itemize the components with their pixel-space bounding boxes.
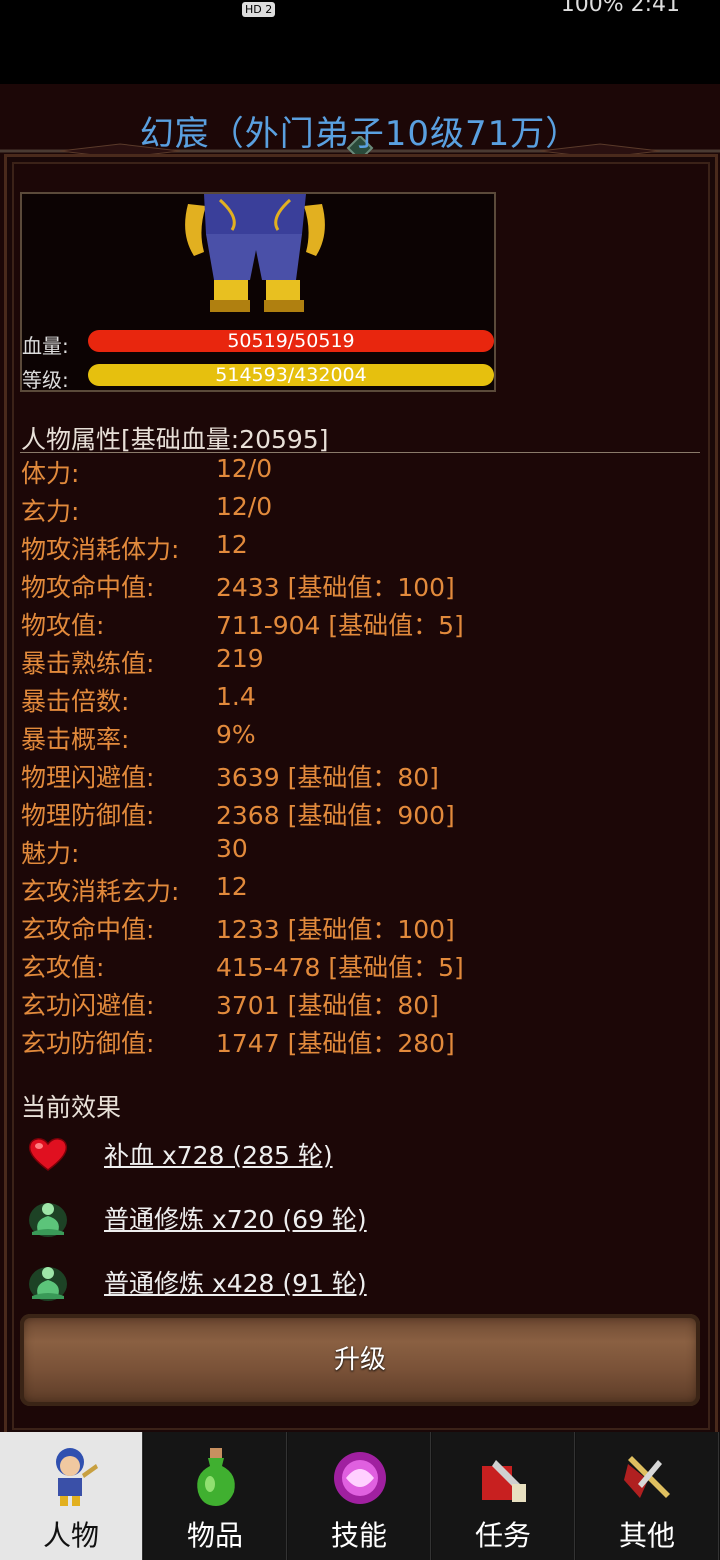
- attribute-row: 物攻消耗体力: 12: [21, 530, 701, 568]
- character-panel: 幻宸（外门弟子10级71万） 血量: 50519/50519 等级: 51459…: [0, 84, 720, 1435]
- tab-label: 任务: [474, 1519, 531, 1552]
- character-figure-icon: [185, 194, 325, 312]
- character-portrait: 血量: 50519/50519 等级: 514593/432004: [20, 192, 496, 392]
- hp-bar: 50519/50519: [88, 330, 494, 352]
- skill-orb-icon: [334, 1452, 386, 1504]
- attribute-key: 玄功防御值:: [21, 1029, 155, 1058]
- attribute-key: 玄攻命中值:: [21, 915, 155, 944]
- potion-icon: [197, 1448, 235, 1506]
- tab-items[interactable]: 物品: [144, 1432, 287, 1560]
- level-bar: 514593/432004: [88, 364, 494, 386]
- status-left: HD 2: [242, 0, 276, 19]
- character-icon: [56, 1448, 98, 1506]
- attribute-row: 暴击倍数: 1.4: [21, 682, 701, 720]
- attribute-row: 物理防御值: 2368 [基础值：900]: [21, 796, 701, 834]
- attribute-value: 12/0: [216, 454, 273, 483]
- attribute-key: 魅力:: [21, 839, 80, 868]
- attribute-value: 219: [216, 644, 264, 673]
- heart-icon: [28, 1138, 68, 1171]
- attribute-value: 1.4: [216, 682, 256, 711]
- meditation-icon: [29, 1267, 67, 1301]
- attribute-key: 玄功闪避值:: [21, 991, 155, 1020]
- attribute-key: 物攻命中值:: [21, 573, 155, 602]
- attribute-row: 暴击概率: 9%: [21, 720, 701, 758]
- tab-character[interactable]: 人物: [0, 1432, 143, 1560]
- tab-skills[interactable]: 技能: [288, 1432, 431, 1560]
- attribute-value: 1233 [基础值：100]: [216, 915, 455, 944]
- tab-label: 技能: [330, 1519, 387, 1552]
- status-right: 100% 2:41: [560, 0, 680, 17]
- attribute-value: 2433 [基础值：100]: [216, 573, 455, 602]
- attribute-key: 暴击概率:: [21, 725, 130, 754]
- hd-indicator: HD 2: [242, 2, 276, 17]
- attribute-value: 12: [216, 530, 248, 559]
- meditation-icon: [29, 1203, 67, 1237]
- attribute-key: 物理防御值:: [21, 801, 155, 830]
- attribute-value: 30: [216, 834, 248, 863]
- attribute-value: 415-478 [基础值：5]: [216, 953, 464, 982]
- attribute-key: 暴击熟练值:: [21, 649, 155, 678]
- attribute-row: 魅力: 30: [21, 834, 701, 872]
- attribute-row: 玄攻消耗玄力: 12: [21, 872, 701, 910]
- attribute-key: 玄力:: [21, 497, 80, 526]
- effect-label[interactable]: 补血 x728 (285 轮): [104, 1136, 333, 1172]
- status-bar: HD 2 100% 2:41: [0, 0, 720, 84]
- upgrade-button[interactable]: 升级: [20, 1314, 700, 1406]
- attribute-value: 12: [216, 872, 248, 901]
- effects-header: 当前效果: [21, 1093, 122, 1122]
- effect-item[interactable]: 普通修炼 x428 (91 轮): [20, 1256, 620, 1306]
- attribute-value: 3639 [基础值：80]: [216, 763, 439, 792]
- tab-label: 物品: [186, 1519, 243, 1552]
- attribute-row: 玄攻值: 415-478 [基础值：5]: [21, 948, 701, 986]
- attribute-key: 玄攻值:: [21, 953, 105, 982]
- effect-label[interactable]: 普通修炼 x428 (91 轮): [104, 1264, 367, 1300]
- attribute-row: 物理闪避值: 3639 [基础值：80]: [21, 758, 701, 796]
- effect-label[interactable]: 普通修炼 x720 (69 轮): [104, 1200, 367, 1236]
- upgrade-button-label: 升级: [333, 1345, 386, 1375]
- attribute-value: 3701 [基础值：80]: [216, 991, 439, 1020]
- attribute-key: 物理闪避值:: [21, 763, 155, 792]
- attribute-value: 711-904 [基础值：5]: [216, 611, 464, 640]
- attributes-divider: [20, 452, 700, 453]
- attribute-key: 体力:: [21, 459, 80, 488]
- sword-shield-icon: [624, 1456, 670, 1498]
- page-title: 幻宸（外门弟子10级71万）: [139, 114, 581, 154]
- attribute-value: 2368 [基础值：900]: [216, 801, 455, 830]
- attribute-value: 9%: [216, 720, 256, 749]
- attribute-key: 物攻消耗体力:: [21, 535, 180, 564]
- attribute-value: 1747 [基础值：280]: [216, 1029, 455, 1058]
- attribute-key: 暴击倍数:: [21, 687, 130, 716]
- attribute-key: 物攻值:: [21, 611, 105, 640]
- tab-quests[interactable]: 任务: [432, 1432, 575, 1560]
- attribute-value: 12/0: [216, 492, 273, 521]
- attribute-row: 物攻命中值: 2433 [基础值：100]: [21, 568, 701, 606]
- attribute-row: 暴击熟练值: 219: [21, 644, 701, 682]
- attributes-header: 人物属性[基础血量:20595]: [21, 425, 329, 454]
- tab-label: 其他: [618, 1519, 675, 1552]
- quest-icon: [482, 1460, 526, 1502]
- attribute-row: 物攻值: 711-904 [基础值：5]: [21, 606, 701, 644]
- attribute-row: 玄功防御值: 1747 [基础值：280]: [21, 1024, 701, 1062]
- bottom-tab-bar: 人物 物品 技能 任务 其他: [0, 1432, 720, 1560]
- effect-item[interactable]: 补血 x728 (285 轮): [20, 1128, 620, 1178]
- tab-label: 人物: [42, 1519, 99, 1552]
- hp-label: 血量:: [22, 334, 69, 358]
- attribute-row: 玄力: 12/0: [21, 492, 701, 530]
- attribute-row: 体力: 12/0: [21, 454, 701, 492]
- level-label: 等级:: [22, 368, 69, 392]
- effect-item[interactable]: 普通修炼 x720 (69 轮): [20, 1192, 620, 1242]
- tab-other[interactable]: 其他: [576, 1432, 719, 1560]
- attribute-row: 玄功闪避值: 3701 [基础值：80]: [21, 986, 701, 1024]
- attribute-key: 玄攻消耗玄力:: [21, 877, 180, 906]
- attribute-row: 玄攻命中值: 1233 [基础值：100]: [21, 910, 701, 948]
